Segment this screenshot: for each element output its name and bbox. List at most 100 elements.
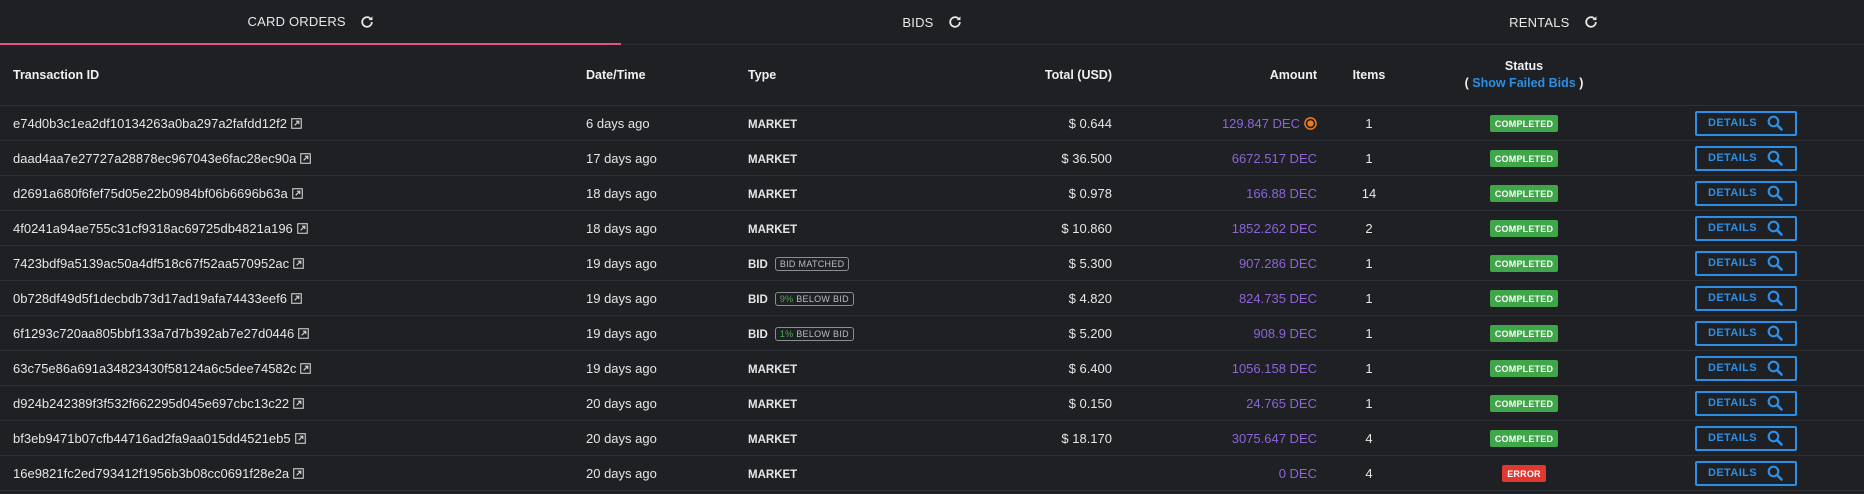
status-badge: COMPLETED (1489, 254, 1559, 272)
order-type: MARKET (748, 153, 798, 166)
amount-cell: 1056.158 DEC (1112, 350, 1317, 386)
amount-value: 908.9 DEC (1253, 325, 1317, 341)
details-button[interactable]: DETAILS (1694, 180, 1797, 206)
details-button[interactable]: DETAILS (1694, 355, 1797, 381)
external-link-icon[interactable] (291, 117, 302, 129)
status-paren-close: ) (1579, 76, 1584, 90)
external-link-icon[interactable] (300, 362, 312, 374)
refresh-icon[interactable] (948, 15, 962, 29)
amount-value: 1056.158 DEC (1231, 360, 1317, 376)
transaction-id-cell: e74d0b3c1ea2df10134263a0ba297a2fafdd12f2 (0, 105, 586, 141)
transaction-id[interactable]: 4f0241a94ae755c31cf9318ac69725db4821a196 (13, 221, 293, 236)
transaction-id[interactable]: 6f1293c720aa805bbf133a7d7b392ab7e27d0446 (13, 326, 294, 341)
table-header-row: Transaction ID Date/Time Type Total (USD… (0, 45, 1864, 106)
transaction-id[interactable]: 0b728df49d5f1decbdb73d17ad19afa74433eef6 (13, 291, 287, 306)
actions-cell: DETAILS (1627, 455, 1864, 491)
total-cell: $ 5.200 (898, 315, 1112, 351)
table-row: d924b242389f3f532f662295d045e697cbc13c22… (0, 385, 1864, 421)
external-link-icon[interactable] (291, 187, 303, 199)
details-button-label: DETAILS (1707, 362, 1758, 374)
col-amount: Amount (1112, 45, 1317, 106)
details-button[interactable]: DETAILS (1694, 215, 1797, 241)
details-button[interactable]: DETAILS (1694, 390, 1797, 416)
transaction-id[interactable]: 63c75e86a691a34823430f58124a6c5dee74582c (13, 361, 296, 376)
external-link-icon[interactable] (296, 222, 308, 234)
amount-value: 0 DEC (1278, 465, 1317, 481)
orders-table: Transaction ID Date/Time Type Total (USD… (0, 45, 1864, 491)
type-cell: BID 1% BELOW BID (748, 315, 898, 351)
transaction-id-cell: 16e9821fc2ed793412f1956b3b08cc0691f28e2a (0, 455, 586, 491)
status-sub: ( Show Failed Bids ) (1421, 75, 1627, 92)
external-link-icon[interactable] (293, 467, 304, 479)
amount-cell: 166.88 DEC (1112, 175, 1317, 211)
transaction-id[interactable]: 16e9821fc2ed793412f1956b3b08cc0691f28e2a (13, 466, 289, 481)
details-button[interactable]: DETAILS (1694, 460, 1797, 486)
external-link-icon[interactable] (291, 292, 302, 304)
details-button[interactable]: DETAILS (1694, 145, 1797, 171)
transaction-id[interactable]: daad4aa7e27727a28878ec967043e6fac28ec90a (13, 151, 296, 166)
tab-bids[interactable]: BIDS (621, 0, 1242, 44)
external-link-icon[interactable] (300, 152, 312, 164)
status-cell: COMPLETED (1421, 245, 1627, 281)
actions-cell: DETAILS (1627, 280, 1864, 316)
show-failed-bids-link[interactable]: Show Failed Bids (1472, 76, 1576, 90)
details-button[interactable]: DETAILS (1694, 320, 1797, 346)
order-type: MARKET (748, 398, 798, 411)
tab-card-orders[interactable]: CARD ORDERS (0, 0, 622, 45)
date-cell: 19 days ago (586, 350, 748, 386)
bid-tag: BID MATCHED (774, 256, 850, 271)
table-row: 63c75e86a691a34823430f58124a6c5dee74582c… (0, 350, 1864, 386)
bid-tag-pct: 9% (779, 293, 794, 304)
table-row: d2691a680f6fef75d05e22b0984bf06b6696b63a… (0, 175, 1864, 211)
actions-cell: DETAILS (1627, 350, 1864, 386)
tab-rentals[interactable]: RENTALS (1243, 0, 1864, 44)
details-button[interactable]: DETAILS (1694, 285, 1797, 311)
actions-cell: DETAILS (1627, 140, 1864, 176)
refresh-icon[interactable] (360, 15, 374, 29)
col-status-title: Status (1504, 59, 1544, 73)
external-link-icon[interactable] (293, 257, 304, 269)
details-button-label: DETAILS (1707, 397, 1758, 409)
total-cell: $ 10.860 (898, 210, 1112, 246)
status-cell: COMPLETED (1421, 315, 1627, 351)
status-badge: COMPLETED (1489, 184, 1559, 202)
items-cell: 1 (1317, 280, 1421, 316)
items-cell: 4 (1317, 455, 1421, 491)
col-items: Items (1317, 45, 1421, 106)
amount-value: 166.88 DEC (1246, 185, 1317, 201)
order-type: MARKET (748, 188, 798, 201)
external-link-icon[interactable] (294, 432, 306, 444)
details-button[interactable]: DETAILS (1694, 425, 1797, 451)
total-cell: $ 5.300 (898, 245, 1112, 281)
transaction-id[interactable]: e74d0b3c1ea2df10134263a0ba297a2fafdd12f2 (13, 116, 287, 131)
transaction-id[interactable]: bf3eb9471b07cfb44716ad2fa9aa015dd4521eb5 (13, 431, 291, 446)
table-row: e74d0b3c1ea2df10134263a0ba297a2fafdd12f2… (0, 105, 1864, 141)
table-row: 7423bdf9a5139ac50a4df518c67f52aa570952ac… (0, 245, 1864, 281)
transaction-id-cell: 4f0241a94ae755c31cf9318ac69725db4821a196 (0, 210, 586, 246)
table-row: 0b728df49d5f1decbdb73d17ad19afa74433eef6… (0, 280, 1864, 316)
details-button[interactable]: DETAILS (1694, 250, 1797, 276)
type-cell: MARKET (748, 140, 898, 176)
transaction-id-cell: 6f1293c720aa805bbf133a7d7b392ab7e27d0446 (0, 315, 586, 351)
status-badge: COMPLETED (1489, 114, 1559, 132)
details-button[interactable]: DETAILS (1694, 110, 1797, 136)
col-status: Status ( Show Failed Bids ) (1421, 45, 1627, 106)
date-cell: 20 days ago (586, 420, 748, 456)
search-icon (1767, 185, 1783, 201)
amount-cell: 6672.517 DEC (1112, 140, 1317, 176)
refresh-icon[interactable] (1584, 15, 1598, 29)
date-cell: 18 days ago (586, 210, 748, 246)
transaction-id[interactable]: d2691a680f6fef75d05e22b0984bf06b6696b63a (13, 186, 288, 201)
transaction-id[interactable]: 7423bdf9a5139ac50a4df518c67f52aa570952ac (13, 256, 289, 271)
external-link-icon[interactable] (293, 397, 304, 409)
external-link-icon[interactable] (298, 327, 310, 339)
transaction-id[interactable]: d924b242389f3f532f662295d045e697cbc13c22 (13, 396, 289, 411)
search-icon (1767, 395, 1783, 411)
items-cell: 14 (1317, 175, 1421, 211)
date-cell: 18 days ago (586, 175, 748, 211)
col-actions (1627, 45, 1864, 106)
search-icon (1767, 255, 1783, 271)
items-cell: 1 (1317, 105, 1421, 141)
tab-bar: CARD ORDERS BIDS RENTALS (0, 0, 1864, 45)
amount-cell: 3075.647 DEC (1112, 420, 1317, 456)
